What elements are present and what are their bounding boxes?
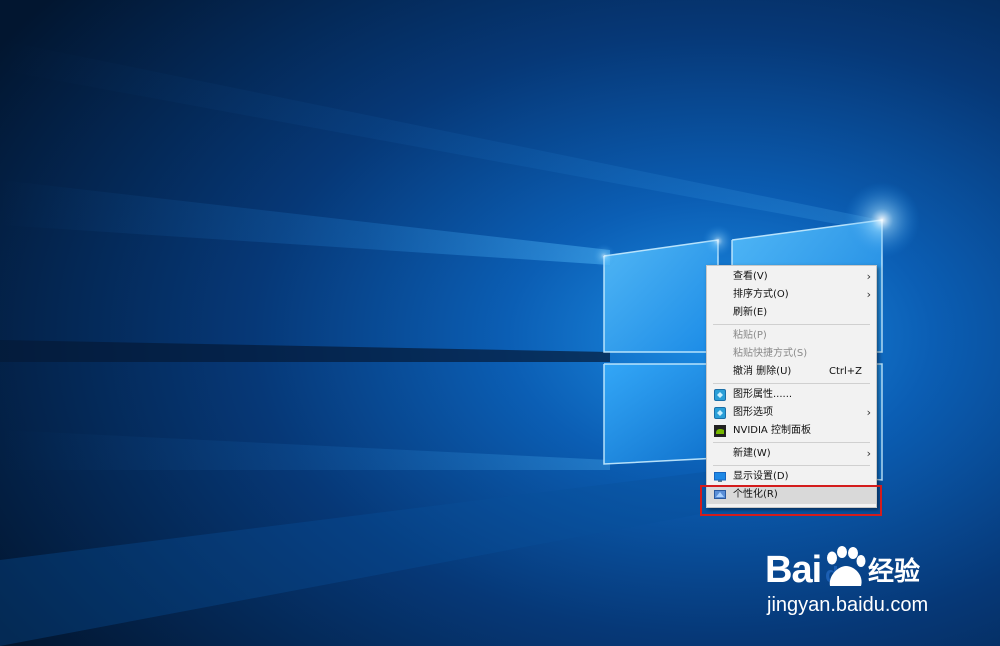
menu-item-label: 查看(V) [733, 271, 768, 282]
submenu-arrow-icon: › [866, 406, 871, 419]
menu-item-label: 撤消 删除(U) [733, 366, 792, 377]
menu-item-personalize[interactable]: 个性化(R) [707, 486, 876, 504]
menu-separator [713, 324, 870, 325]
menu-item-item-0[interactable]: 查看(V) › [707, 268, 876, 286]
menu-separator [713, 442, 870, 443]
menu-item-item-1[interactable]: 排序方式(O) › [707, 286, 876, 304]
desktop[interactable]: 查看(V) › 排序方式(O) › 刷新(E) 粘贴(P) 粘贴快捷方式(S) 撤消 删除(U… [0, 0, 1000, 646]
baidu-paw-icon [822, 546, 868, 590]
menu-item-item-2[interactable]: 刷新(E) [707, 304, 876, 322]
menu-item-item-6[interactable]: 撤消 删除(U) Ctrl+Z [707, 363, 876, 381]
baidu-jingyan-watermark: Bai du 经验 jingyan.baidu.com [765, 538, 965, 628]
menu-item-intel-graphics[interactable]: 图形选项 › [707, 404, 876, 422]
menu-separator [713, 465, 870, 466]
menu-item-item-5[interactable]: 粘贴快捷方式(S) [707, 345, 876, 363]
baidu-logo: Bai du 经验 [765, 546, 920, 590]
watermark-url: jingyan.baidu.com [767, 594, 929, 616]
desktop-context-menu: 查看(V) › 排序方式(O) › 刷新(E) 粘贴(P) 粘贴快捷方式(S) 撤消 删除(U… [706, 265, 877, 508]
menu-item-label: 粘贴快捷方式(S) [733, 348, 808, 359]
submenu-arrow-icon: › [866, 447, 871, 460]
submenu-arrow-icon: › [866, 288, 871, 301]
logo-jingyan-text: 经验 [868, 557, 921, 587]
logo-bai-text: Bai [765, 549, 822, 591]
menu-item-label: 新建(W) [733, 448, 771, 459]
menu-item-label: 粘贴(P) [733, 330, 767, 341]
menu-item-item-12[interactable]: 新建(W) › [707, 445, 876, 463]
menu-item-intel-graphics[interactable]: 图形属性...... [707, 386, 876, 404]
menu-item-label: 刷新(E) [733, 307, 768, 318]
menu-item-nvidia[interactable]: NVIDIA 控制面板 [707, 422, 876, 440]
menu-item-label: 排序方式(O) [733, 289, 789, 300]
menu-item-shortcut: Ctrl+Z [828, 366, 862, 377]
menu-item-label: 显示设置(D) [733, 471, 789, 482]
menu-item-label: 图形选项 [733, 407, 773, 418]
submenu-arrow-icon: › [866, 270, 871, 283]
menu-item-display-settings[interactable]: 显示设置(D) [707, 468, 876, 486]
menu-item-item-4[interactable]: 粘贴(P) [707, 327, 876, 345]
menu-separator [713, 383, 870, 384]
menu-item-label: NVIDIA 控制面板 [733, 425, 811, 436]
menu-item-label: 图形属性...... [733, 389, 793, 400]
menu-item-label: 个性化(R) [733, 489, 778, 500]
